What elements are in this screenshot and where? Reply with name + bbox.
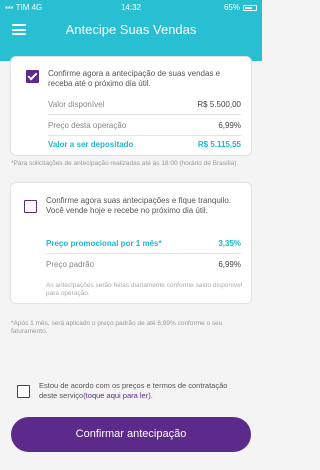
app-header: ▪▪▪ TIM 4G 14:32 65% Antecipe Suas Venda… xyxy=(0,0,262,61)
confirm-button[interactable]: Confirmar antecipação xyxy=(11,417,251,452)
available-value-label: Valor disponível xyxy=(48,100,105,109)
standard-price-label: Preço padrão xyxy=(46,260,95,269)
deposit-value-label: Valor a ser depositado xyxy=(48,140,134,149)
option-immediate-card[interactable]: Confirme agora a antecipação de suas ven… xyxy=(10,56,252,156)
divider xyxy=(46,253,241,254)
divider xyxy=(48,114,241,115)
operation-price-value: 6,99% xyxy=(218,121,241,130)
standard-price-value: 6,99% xyxy=(218,260,241,269)
terms-checkbox[interactable] xyxy=(17,385,30,398)
status-bar: ▪▪▪ TIM 4G 14:32 65% xyxy=(0,3,262,15)
promo-price-label: Preço promocional por 1 mês* xyxy=(46,239,162,248)
page-title: Antecipe Suas Vendas xyxy=(65,22,197,37)
divider xyxy=(48,135,241,136)
terms-link[interactable]: (toque aqui para ler) xyxy=(83,391,151,400)
promo-price-value: 3,35% xyxy=(218,239,241,248)
daily-advance-note: As antecipações serão feitas diariamente… xyxy=(46,282,243,297)
operation-price-label: Preço desta operação xyxy=(48,121,127,130)
option-immediate-text: Confirme agora a antecipação de suas ven… xyxy=(48,69,221,88)
option-subscription-card[interactable]: Confirme agora suas antecipações e fique… xyxy=(10,182,252,304)
available-value: R$ 5.500,00 xyxy=(197,100,241,109)
cutoff-note: *Para solicitações de antecipação realiz… xyxy=(11,160,239,167)
terms-text: Estou de acordo com os preços e termos d… xyxy=(39,381,228,400)
battery-percent: 65% xyxy=(223,3,240,12)
option-subscription-checkbox[interactable] xyxy=(24,200,37,213)
option-subscription-text: Confirme agora suas antecipações e fique… xyxy=(46,196,231,215)
clock: 14:32 xyxy=(120,3,142,12)
option-immediate-checkbox[interactable] xyxy=(26,70,39,83)
battery-icon xyxy=(243,5,257,11)
promo-note: *Após 1 mês, será aplicado o preço padrã… xyxy=(11,320,223,335)
deposit-value: R$ 5.115,55 xyxy=(197,140,241,149)
